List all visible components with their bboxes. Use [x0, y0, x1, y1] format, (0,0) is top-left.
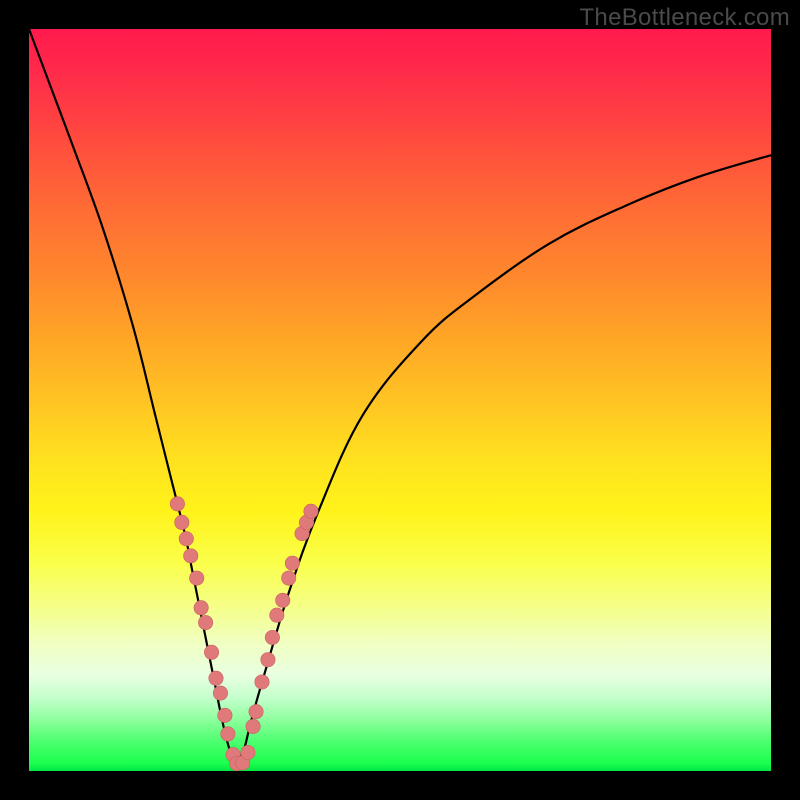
data-marker — [198, 615, 212, 629]
data-marker — [209, 671, 223, 685]
data-marker — [213, 686, 227, 700]
chart-frame: TheBottleneck.com — [0, 0, 800, 800]
plot-area — [29, 29, 771, 771]
data-marker — [175, 515, 189, 529]
data-marker — [261, 653, 275, 667]
data-marker — [255, 675, 269, 689]
data-marker — [189, 571, 203, 585]
data-marker — [276, 593, 290, 607]
data-marker — [270, 608, 284, 622]
watermark-text: TheBottleneck.com — [579, 4, 790, 32]
chart-svg — [29, 29, 771, 771]
marker-group — [170, 497, 318, 771]
curve-right-branch — [237, 155, 771, 763]
data-marker — [194, 601, 208, 615]
data-marker — [282, 571, 296, 585]
data-marker — [249, 704, 263, 718]
data-marker — [241, 745, 255, 759]
data-marker — [246, 719, 260, 733]
data-marker — [304, 504, 318, 518]
data-marker — [204, 645, 218, 659]
data-marker — [218, 708, 232, 722]
data-marker — [221, 727, 235, 741]
data-marker — [179, 532, 193, 546]
data-marker — [170, 497, 184, 511]
data-marker — [285, 556, 299, 570]
data-marker — [265, 630, 279, 644]
data-marker — [184, 549, 198, 563]
